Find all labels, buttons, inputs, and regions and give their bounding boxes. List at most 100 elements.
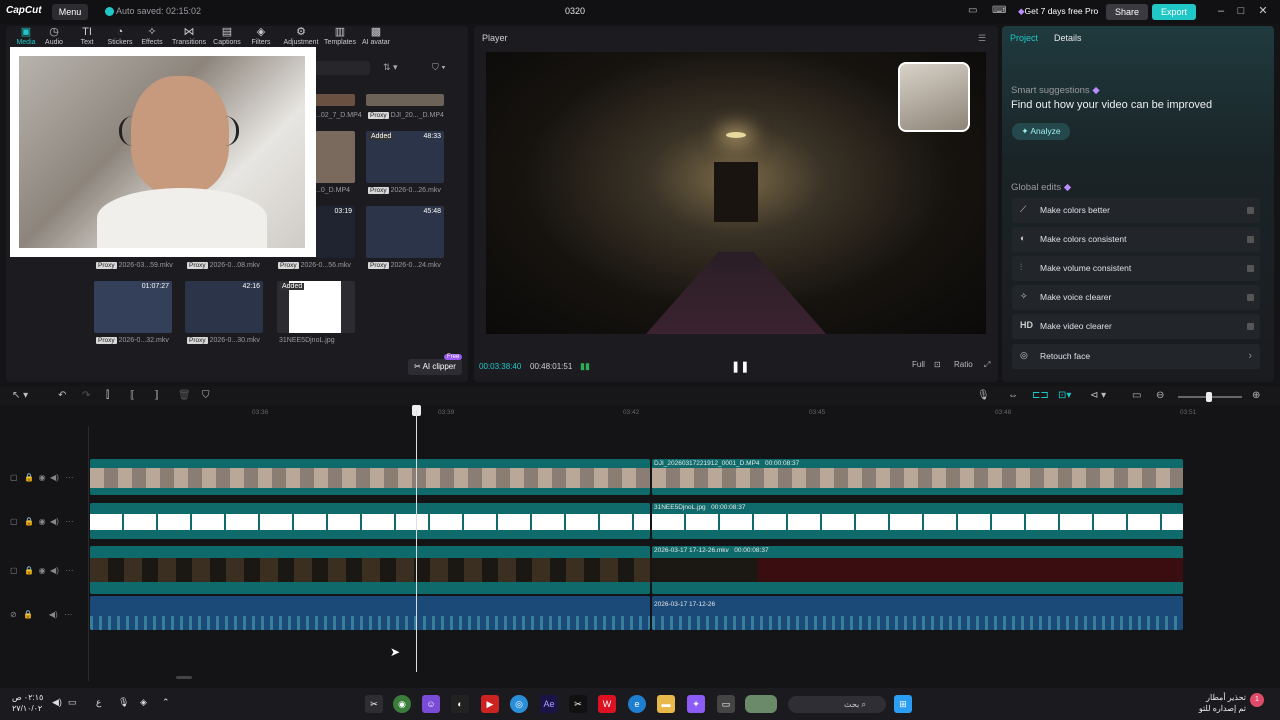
game-clip-b[interactable]: 2026-03-17 17-12-26.mkv 00:00:08:37 [652, 546, 1183, 594]
audio-clip-a[interactable] [90, 596, 650, 630]
copilot-icon[interactable]: ✦ [687, 695, 705, 713]
audio-clip-b[interactable]: 2026-03-17 17-12-26 [652, 596, 1183, 630]
media-thumb[interactable] [315, 94, 355, 106]
image-clip-b[interactable]: 31NEE5DjnoL.jpg 00:00:08:37 [652, 503, 1183, 539]
media-player-icon[interactable]: ▶ [481, 695, 499, 713]
windows-start-icon[interactable]: ⊞ [894, 695, 912, 713]
toggle-box[interactable] [1247, 207, 1254, 214]
screenshot-icon[interactable]: ⊡ [934, 360, 941, 369]
media-filename: Proxy 2026-0...56.mkv [278, 262, 351, 269]
delete-icon[interactable]: 🗑 [178, 390, 191, 401]
track-controls[interactable]: ▢ 🔒 ◉ ◀) ··· [10, 473, 74, 482]
playhead[interactable] [416, 410, 417, 672]
obs-icon[interactable]: ◐ [451, 695, 469, 713]
chrome-icon[interactable]: ◉ [393, 695, 411, 713]
redo-icon[interactable]: ↷ [82, 390, 90, 401]
taskbar-search[interactable]: بحث ⌕ [788, 696, 886, 713]
mic-tray-icon[interactable]: 🎙 [118, 697, 129, 708]
fullscreen-icon[interactable]: ⤢ [984, 360, 990, 370]
layout-icon[interactable]: ▭ [968, 5, 977, 16]
shortcut-icon[interactable]: ⌨ [992, 5, 1006, 16]
webcam-clip-a[interactable] [90, 459, 650, 495]
tab-details[interactable]: Details [1054, 33, 1082, 43]
chevron-up-icon[interactable]: ⌃ [162, 697, 170, 708]
retouch-face-item[interactable]: ◎ Retouch face › [1012, 344, 1260, 369]
media-thumb[interactable]: 42:16 [185, 281, 263, 333]
make-volume-consistent-item[interactable]: ⫶ Make volume consistent [1012, 256, 1260, 281]
export-button[interactable]: Export [1152, 4, 1196, 20]
tab-ai-avatar[interactable]: ▩ AI avatar [358, 26, 394, 50]
track-controls[interactable]: ▢ 🔒 ◉ ◀) ··· [10, 566, 74, 575]
magnet-icon[interactable]: ⊏⊐ [1032, 390, 1049, 401]
filter-icon[interactable]: ⛉ ▾ [432, 62, 446, 73]
make-colors-better-item[interactable]: ⟋ Make colors better [1012, 198, 1260, 223]
analyze-button[interactable]: ✦ Analyze [1012, 123, 1070, 140]
tab-templates[interactable]: ▥ Templates [322, 26, 358, 50]
app-window-icon[interactable]: ▭ [717, 695, 735, 713]
after-effects-icon[interactable]: Ae [540, 695, 558, 713]
track-controls[interactable]: ▢ 🔒 ◉ ◀) ··· [10, 517, 74, 526]
link-icon[interactable]: ⇔ [1008, 390, 1018, 401]
discord-icon[interactable]: ☺ [422, 695, 440, 713]
app-icon[interactable]: ◎ [510, 695, 528, 713]
ai-clipper-button[interactable]: ✂ AI clipper [408, 359, 462, 375]
full-button[interactable]: Full [912, 360, 925, 369]
maximize-icon[interactable]: □ [1234, 4, 1248, 18]
make-video-clearer-item[interactable]: HD Make video clearer [1012, 314, 1260, 339]
image-clip-a[interactable] [90, 503, 650, 539]
file-explorer-icon[interactable]: ▬ [657, 695, 675, 713]
widget-icon[interactable] [745, 695, 777, 713]
capcut-alt-icon[interactable]: ✂ [569, 695, 587, 713]
zoom-in-icon[interactable]: ⊕ [1252, 390, 1260, 401]
media-thumb[interactable]: Added 48:33 [366, 131, 444, 183]
menu-button[interactable]: Menu [52, 4, 88, 20]
pause-button[interactable]: ❚❚ [731, 360, 749, 373]
clock-time: ٠٢:١٥ ص [12, 693, 44, 702]
timeline-scrollbar[interactable] [176, 676, 192, 679]
tab-project[interactable]: Project [1010, 33, 1038, 43]
sort-icon[interactable]: ⇅ ▾ [383, 62, 398, 73]
trim-right-icon[interactable]: ⟧ [154, 390, 159, 401]
trim-left-icon[interactable]: ⟦ [130, 390, 135, 401]
track-controls[interactable]: ⊘ 🔒 ◀) ··· [10, 610, 72, 619]
shield-icon[interactable]: ⛉ [202, 390, 210, 401]
notification[interactable]: تحذير أمطار تم إصداره للتو [1196, 692, 1246, 714]
select-tool-icon[interactable]: ↖ ▾ [12, 390, 28, 401]
pro-trial-button[interactable]: ◆Get 7 days free Pro [1018, 6, 1098, 17]
media-thumb[interactable]: 01:07:27 [94, 281, 172, 333]
capcut-taskbar-icon[interactable]: ✂ [365, 695, 383, 713]
zoom-slider-handle[interactable] [1206, 392, 1212, 402]
media-thumb[interactable]: Added [277, 281, 355, 333]
toggle-box[interactable] [1247, 236, 1254, 243]
close-icon[interactable]: ✕ [1256, 4, 1270, 18]
toggle-box[interactable] [1247, 323, 1254, 330]
media-thumb[interactable] [366, 94, 444, 106]
volume-icon[interactable]: ◀) [52, 697, 62, 708]
menu-icon[interactable]: ☰ [978, 33, 986, 44]
share-button[interactable]: Share [1106, 4, 1148, 20]
preview-axis-icon[interactable]: ⊲ ▾ [1090, 390, 1106, 401]
microphone-icon[interactable]: 🎙 [977, 390, 990, 401]
media-thumb[interactable]: 03:19 [315, 206, 355, 258]
caption-icon[interactable]: ▭ [1132, 390, 1141, 401]
ratio-button[interactable]: Ratio [954, 360, 973, 369]
toggle-box[interactable] [1247, 294, 1254, 301]
zoom-out-icon[interactable]: ⊖ [1156, 390, 1164, 401]
make-voice-clearer-item[interactable]: ✧ Make voice clearer [1012, 285, 1260, 310]
undo-icon[interactable]: ↶ [58, 390, 66, 401]
wps-icon[interactable]: W [598, 695, 616, 713]
split-icon[interactable]: ⫿ [106, 390, 109, 401]
network-icon[interactable]: ▭ [68, 697, 77, 708]
media-thumb[interactable] [315, 131, 355, 183]
tray-app-icon[interactable]: ◈ [140, 697, 147, 708]
snap-icon[interactable]: ⊡▾ [1058, 390, 1071, 401]
language-indicator[interactable]: ع [96, 697, 101, 708]
taskbar-clock[interactable]: ٠٢:١٥ ص ٢٧/١٠/٠٢ [12, 692, 43, 714]
toggle-box[interactable] [1247, 265, 1254, 272]
make-colors-consistent-item[interactable]: ◐ Make colors consistent [1012, 227, 1260, 252]
minimize-icon[interactable]: – [1214, 4, 1228, 18]
webcam-clip-b[interactable]: DJI_20260317221912_0001_D.MP4 00:00:08:3… [652, 459, 1183, 495]
media-thumb[interactable]: 45:48 [366, 206, 444, 258]
edge-icon[interactable]: e [628, 695, 646, 713]
game-clip-a[interactable] [90, 546, 650, 594]
